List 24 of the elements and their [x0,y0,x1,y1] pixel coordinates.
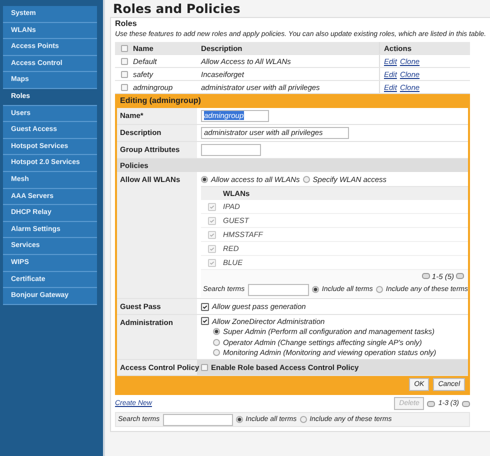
next-page-icon[interactable] [456,273,464,279]
checkbox[interactable] [120,58,128,64]
radio-button[interactable] [302,176,310,183]
search-field[interactable] [162,414,233,426]
search-field[interactable] [248,284,309,296]
checkbox[interactable] [120,84,128,90]
page-title: Roles and Policies [113,1,242,16]
radio-button[interactable] [300,416,307,423]
radio-button[interactable] [236,416,243,423]
previous-page-icon[interactable] [427,400,436,406]
previous-page-icon[interactable] [422,273,430,279]
checkbox[interactable] [120,70,128,78]
radio-button[interactable] [201,176,208,183]
checkbox[interactable] [201,317,209,326]
checkbox[interactable] [201,302,209,310]
input-field[interactable] [201,144,261,156]
radio-button[interactable] [213,349,220,356]
checkbox[interactable] [201,364,208,371]
edit-panel-title: Editing (admingroup) [117,94,468,108]
checkbox[interactable] [120,44,128,52]
radio-button[interactable] [213,338,220,346]
section-title: Roles [115,19,138,28]
next-page-icon[interactable] [462,400,470,406]
radio-button[interactable] [213,328,220,336]
